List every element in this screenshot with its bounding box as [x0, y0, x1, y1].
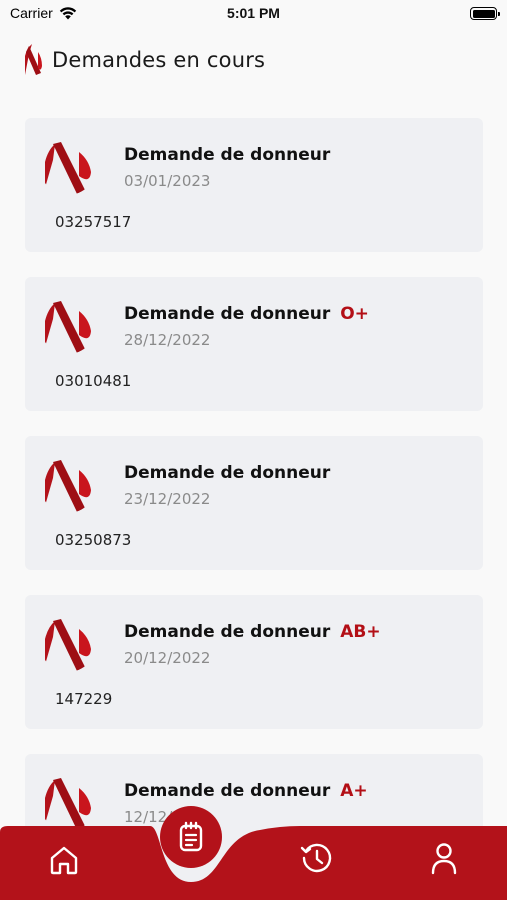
request-title-text: Demande de donneur	[124, 622, 331, 642]
request-title-text: Demande de donneur	[124, 304, 331, 324]
nav-requests-button[interactable]	[160, 806, 222, 868]
request-title: Demande de donneur O+	[124, 304, 369, 324]
request-logo-icon	[45, 778, 91, 830]
battery-icon	[470, 7, 500, 20]
request-date: 23/12/2022	[124, 490, 211, 508]
nav-history[interactable]	[297, 838, 337, 878]
request-date: 20/12/2022	[124, 649, 211, 667]
requests-list: Demande de donneur 03/01/2023 03257517 D…	[25, 118, 483, 900]
request-card[interactable]: Demande de donneur 03/01/2023 03257517	[25, 118, 483, 252]
request-code: 03257517	[55, 213, 132, 231]
request-date: 28/12/2022	[124, 331, 211, 349]
request-title-text: Demande de donneur	[124, 463, 331, 483]
request-title: Demande de donneur	[124, 145, 330, 165]
blood-group-badge: A+	[340, 781, 368, 801]
status-bar: Carrier 5:01 PM	[0, 0, 507, 30]
home-icon	[50, 846, 78, 875]
request-title-text: Demande de donneur	[124, 781, 331, 801]
bottom-nav	[0, 826, 507, 900]
request-card[interactable]: Demande de donneur AB+ 20/12/2022 147229	[25, 595, 483, 729]
blood-group-badge: AB+	[340, 622, 381, 642]
request-code: 147229	[55, 690, 113, 708]
request-logo-icon	[45, 619, 91, 671]
history-icon	[300, 843, 332, 873]
blood-group-badge: O+	[340, 304, 369, 324]
request-code: 03010481	[55, 372, 132, 390]
brand-logo-icon	[25, 44, 42, 75]
request-date: 03/01/2023	[124, 172, 211, 190]
request-code: 03250873	[55, 531, 132, 549]
request-logo-icon	[45, 460, 91, 512]
request-title: Demande de donneur A+	[124, 781, 368, 801]
profile-icon	[431, 843, 457, 875]
request-title-text: Demande de donneur	[124, 145, 331, 165]
request-card[interactable]: Demande de donneur O+ 28/12/2022 03010481	[25, 277, 483, 411]
request-title: Demande de donneur	[124, 463, 330, 483]
request-logo-icon	[45, 301, 91, 353]
requests-icon	[179, 821, 203, 852]
nav-profile[interactable]	[424, 838, 464, 878]
request-title: Demande de donneur AB+	[124, 622, 381, 642]
request-card[interactable]: Demande de donneur 23/12/2022 03250873	[25, 436, 483, 570]
header: Demandes en cours	[22, 42, 265, 78]
clock: 5:01 PM	[227, 5, 280, 21]
page-title: Demandes en cours	[52, 48, 266, 72]
nav-home[interactable]	[44, 840, 84, 880]
request-logo-icon	[45, 142, 91, 194]
